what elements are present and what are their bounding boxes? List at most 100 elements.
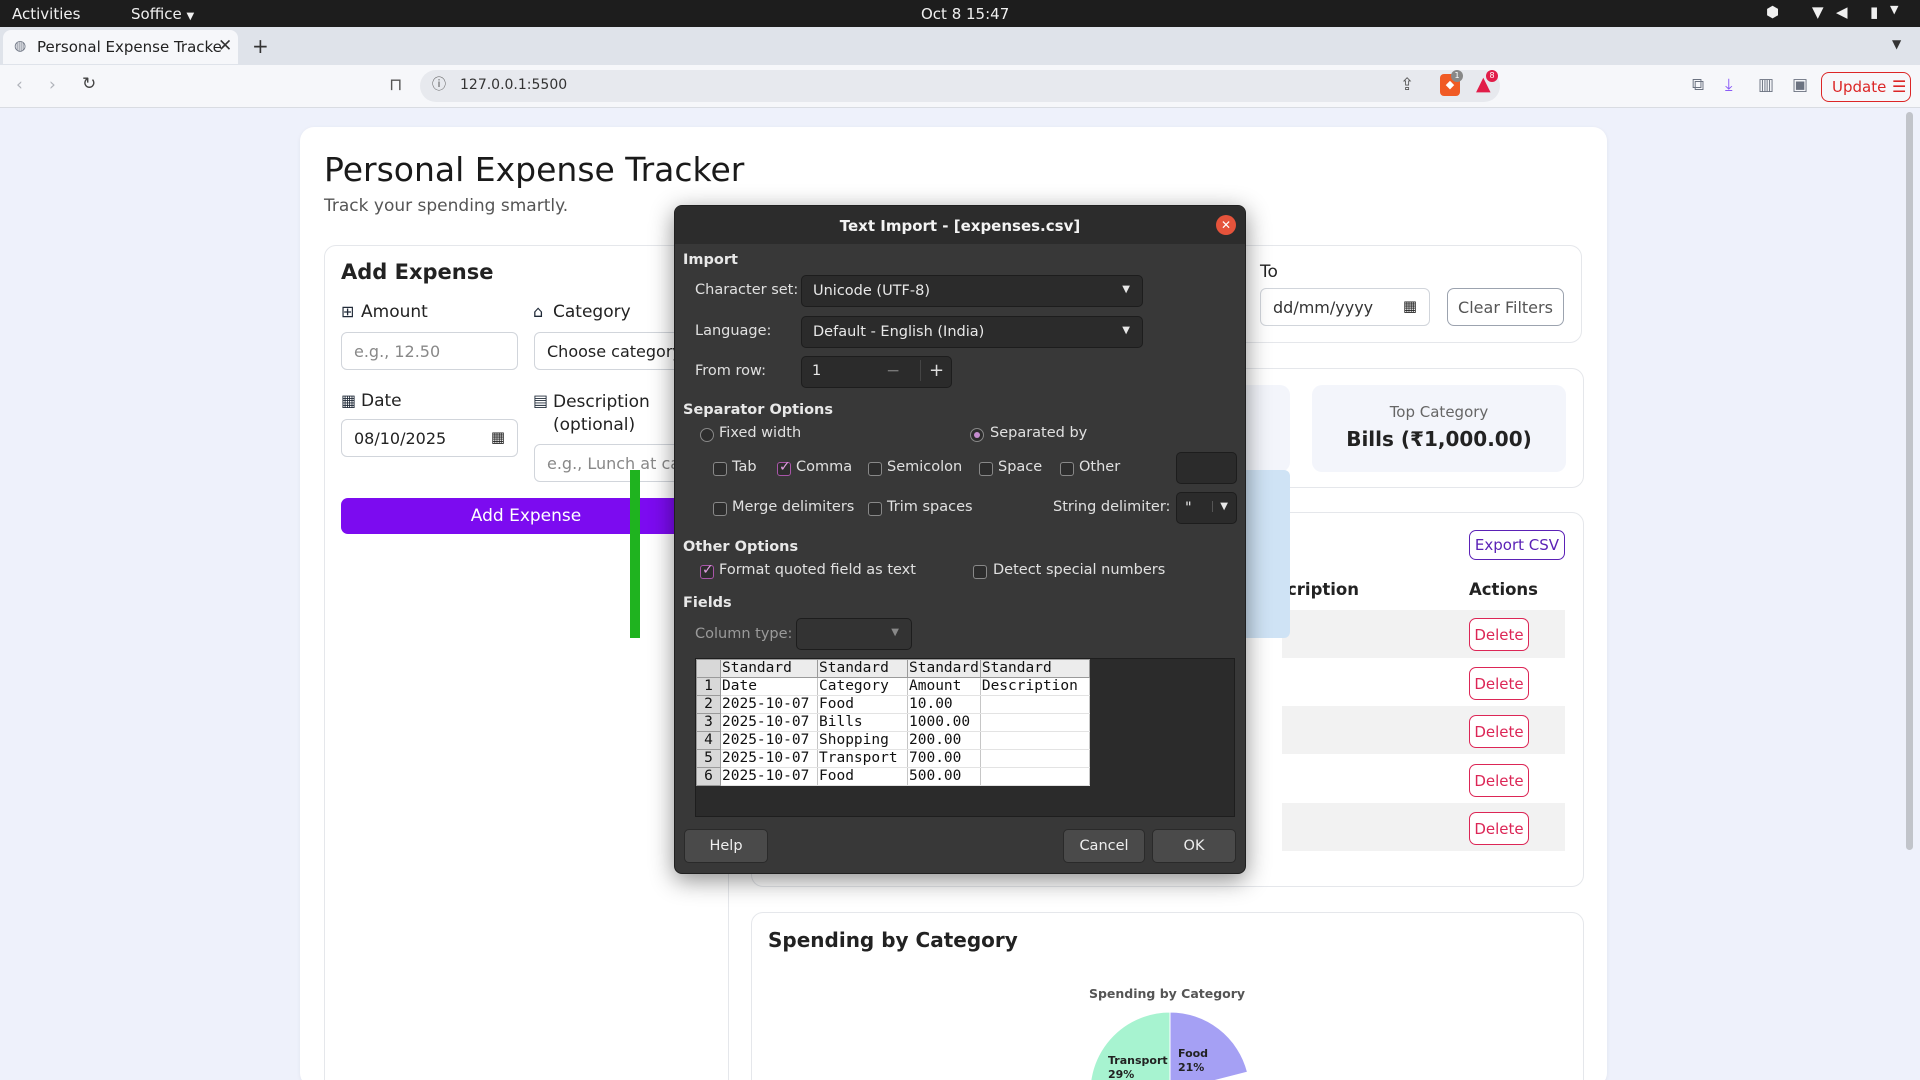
export-csv-button[interactable]: Export CSV	[1469, 530, 1565, 560]
wallet-icon[interactable]: ▣	[1792, 77, 1808, 94]
activities-button[interactable]: Activities	[12, 5, 80, 23]
column-header[interactable]: Standard	[979, 659, 1090, 678]
sidebar-icon[interactable]: ▥	[1758, 77, 1774, 94]
address-bar[interactable]: ⓘ 127.0.0.1:5500 ⇪ ◆ 1 ▲ 8	[420, 70, 1500, 102]
trim-spaces-checkbox[interactable]	[868, 502, 882, 516]
page-scrollbar[interactable]	[1906, 112, 1913, 850]
preview-cell: 2025-10-07	[720, 731, 818, 750]
amount-icon: ⊞	[341, 302, 355, 321]
detect-special-checkbox[interactable]	[973, 565, 987, 579]
browser-tab[interactable]: ◍ Personal Expense Tracke ✕	[3, 30, 238, 64]
string-delimiter-combobox[interactable]: " ▼	[1176, 492, 1237, 524]
update-button[interactable]: Update ☰	[1821, 72, 1911, 102]
reload-icon[interactable]: ↻	[82, 76, 96, 93]
cancel-button[interactable]: Cancel	[1063, 829, 1145, 863]
system-top-bar: Activities Soffice ▼ Oct 8 15:47 ⬢ ▼ ◀ ▮…	[0, 0, 1920, 27]
language-value: Default - English (India)	[813, 324, 985, 340]
preview-grid[interactable]: Standard Standard Standard Standard 1 Da…	[695, 658, 1235, 817]
description-label: Description (optional)	[553, 392, 650, 435]
download-icon[interactable]: ⤓	[1725, 77, 1733, 94]
row-number: 3	[696, 713, 721, 732]
forward-icon[interactable]: ›	[49, 77, 56, 94]
delete-button[interactable]: Delete	[1469, 764, 1529, 797]
comma-checkbox[interactable]	[777, 459, 791, 476]
from-row-spinbox[interactable]: 1 − +	[801, 356, 952, 388]
amount-input[interactable]: e.g., 12.50	[341, 332, 518, 370]
preview-row: 5 2025-10-07 Transport 700.00	[696, 749, 1090, 768]
preview-cell: 500.00	[907, 767, 981, 786]
add-expense-heading: Add Expense	[341, 260, 494, 284]
import-section-label: Import	[683, 252, 738, 268]
separator-section-label: Separator Options	[683, 402, 833, 418]
bookmark-icon[interactable]: ⊓	[389, 77, 402, 94]
delete-button[interactable]: Delete	[1469, 667, 1529, 700]
preview-cell: Amount	[907, 677, 981, 696]
space-checkbox[interactable]	[979, 462, 993, 476]
date-input[interactable]: 08/10/2025 ▦	[341, 419, 518, 457]
other-checkbox[interactable]	[1060, 462, 1074, 476]
charset-combobox[interactable]: Unicode (UTF-8) ▼	[801, 275, 1143, 307]
fixed-width-radio[interactable]	[700, 428, 714, 442]
to-date-input[interactable]: dd/mm/yyyy ▦	[1260, 288, 1430, 326]
share-icon[interactable]: ⇪	[1400, 77, 1414, 94]
page-subtitle: Track your spending smartly.	[324, 196, 569, 216]
delete-button[interactable]: Delete	[1469, 812, 1529, 845]
column-type-combobox[interactable]: ▼	[796, 618, 912, 650]
column-header[interactable]: Standard	[817, 659, 908, 678]
browser-toolbar: ‹ › ↻ ⊓ ⓘ 127.0.0.1:5500 ⇪ ◆ 1 ▲ 8 ⧉ ⤓ ▥…	[0, 65, 1920, 108]
other-separator-input[interactable]	[1176, 452, 1237, 484]
chart-heading: Spending by Category	[768, 928, 1018, 952]
separated-by-radio[interactable]	[970, 428, 984, 442]
brave-badge: 1	[1451, 70, 1463, 82]
delete-button[interactable]: Delete	[1469, 715, 1529, 748]
globe-icon: ◍	[14, 38, 27, 54]
preview-cell: Category	[817, 677, 908, 696]
ok-button[interactable]: OK	[1152, 829, 1236, 863]
format-quoted-checkbox[interactable]	[700, 562, 714, 579]
merge-delimiters-checkbox[interactable]	[713, 502, 727, 516]
tab-list-icon[interactable]: ▼	[1892, 38, 1901, 50]
battery-icon[interactable]: ▮	[1870, 3, 1878, 21]
semicolon-checkbox[interactable]	[868, 462, 882, 476]
extensions-icon[interactable]: ⧉	[1692, 77, 1704, 94]
preview-header-row: Standard Standard Standard Standard	[696, 659, 1090, 678]
power-menu-icon[interactable]: ▼	[1890, 3, 1898, 16]
calendar-picker-icon[interactable]: ▦	[1403, 297, 1417, 315]
help-button[interactable]: Help	[684, 829, 768, 863]
calendar-picker-icon[interactable]: ▦	[491, 428, 505, 446]
row-number: 6	[696, 767, 721, 786]
preview-cell	[980, 713, 1090, 732]
wifi-icon[interactable]: ▼	[1812, 3, 1824, 21]
column-header[interactable]: Standard	[720, 659, 818, 678]
decrement-icon[interactable]: −	[886, 361, 900, 381]
slice-label: Transport	[1108, 1054, 1168, 1067]
delete-button[interactable]: Delete	[1469, 618, 1529, 651]
clear-filters-button[interactable]: Clear Filters	[1447, 288, 1564, 326]
volume-icon[interactable]: ◀	[1836, 3, 1848, 21]
back-icon[interactable]: ‹	[16, 77, 23, 94]
description-input[interactable]: e.g., Lunch at ca	[534, 444, 694, 482]
increment-icon[interactable]: +	[920, 360, 944, 381]
detect-special-label: Detect special numbers	[993, 562, 1166, 578]
date-label: Date	[361, 391, 402, 411]
category-select[interactable]: Choose category	[534, 332, 694, 370]
clock[interactable]: Oct 8 15:47	[921, 5, 1009, 23]
string-delimiter-value: "	[1185, 500, 1192, 516]
preview-cell: 2025-10-07	[720, 749, 818, 768]
tab-checkbox[interactable]	[713, 462, 727, 476]
close-dialog-icon[interactable]: ✕	[1216, 215, 1236, 235]
new-tab-icon[interactable]: +	[252, 36, 269, 56]
column-header[interactable]: Standard	[907, 659, 981, 678]
row-number: 5	[696, 749, 721, 768]
add-expense-button[interactable]: Add Expense	[341, 498, 711, 534]
language-combobox[interactable]: Default - English (India) ▼	[801, 316, 1143, 348]
from-row-value: 1	[812, 363, 822, 379]
package-icon[interactable]: ⬢	[1766, 3, 1779, 21]
app-menu[interactable]: Soffice ▼	[131, 5, 194, 23]
format-quoted-label: Format quoted field as text	[719, 562, 916, 578]
preview-row: 1 Date Category Amount Description	[696, 677, 1090, 696]
chart-title: Spending by Category	[1088, 986, 1246, 1001]
site-info-icon[interactable]: ⓘ	[432, 78, 446, 92]
preview-cell	[980, 749, 1090, 768]
close-tab-icon[interactable]: ✕	[218, 38, 232, 55]
